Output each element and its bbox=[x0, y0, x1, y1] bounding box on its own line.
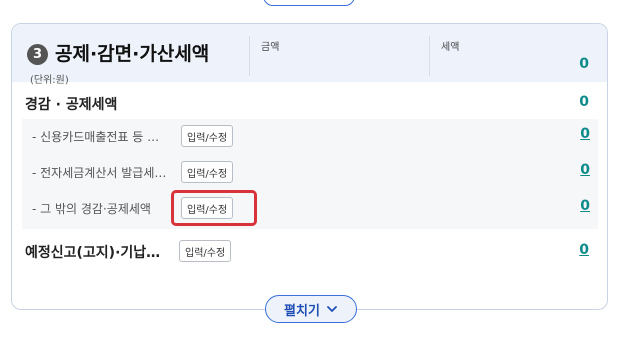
other-reduction-value[interactable]: 0 bbox=[580, 198, 590, 214]
deduction-section-card: 3 공제·감면·가산세액 (단위:원) 금액 세액 0 경감 · 공제세액 0 … bbox=[11, 23, 608, 323]
amount-column-label: 금액 bbox=[261, 42, 280, 53]
tax-column-label: 세액 bbox=[441, 42, 460, 53]
sub-items-area: - 신용카드매출전표 등 … 입력/수정 0 - 전자세금계산서 발급세… 입력… bbox=[22, 119, 598, 229]
e-invoice-label: - 전자세금계산서 발급세… bbox=[32, 166, 167, 180]
step-number-badge: 3 bbox=[27, 44, 48, 65]
prepaid-tax-edit-button[interactable]: 입력/수정 bbox=[179, 240, 232, 262]
e-invoice-edit-button[interactable]: 입력/수정 bbox=[181, 161, 234, 183]
other-reduction-label: - 그 밖의 경감·공제세액 bbox=[32, 202, 151, 216]
header-divider bbox=[429, 36, 430, 76]
e-invoice-value[interactable]: 0 bbox=[580, 162, 590, 178]
chevron-down-icon bbox=[327, 306, 337, 312]
unit-label: (단위:원) bbox=[30, 75, 69, 86]
header-divider bbox=[249, 36, 250, 76]
prepaid-tax-value[interactable]: 0 bbox=[579, 242, 589, 258]
expand-button[interactable]: 펼치기 bbox=[265, 295, 357, 323]
expand-button-label: 펼치기 bbox=[284, 303, 320, 319]
reduction-deduction-value: 0 bbox=[579, 94, 589, 110]
section-total-value: 0 bbox=[579, 56, 589, 72]
card-sales-value[interactable]: 0 bbox=[580, 126, 590, 142]
section-header: 3 공제·감면·가산세액 (단위:원) 금액 세액 0 bbox=[12, 24, 607, 86]
card-sales-edit-button[interactable]: 입력/수정 bbox=[181, 125, 234, 147]
prepaid-tax-label: 예정신고(고지)·기납… bbox=[25, 245, 161, 261]
collapse-button-top[interactable] bbox=[263, 0, 355, 6]
card-sales-label: - 신용카드매출전표 등 … bbox=[32, 130, 160, 144]
section-title: 공제·감면·가산세액 bbox=[55, 43, 210, 65]
reduction-deduction-label: 경감 · 공제세액 bbox=[25, 97, 118, 113]
other-reduction-edit-button[interactable]: 입력/수정 bbox=[181, 197, 234, 219]
